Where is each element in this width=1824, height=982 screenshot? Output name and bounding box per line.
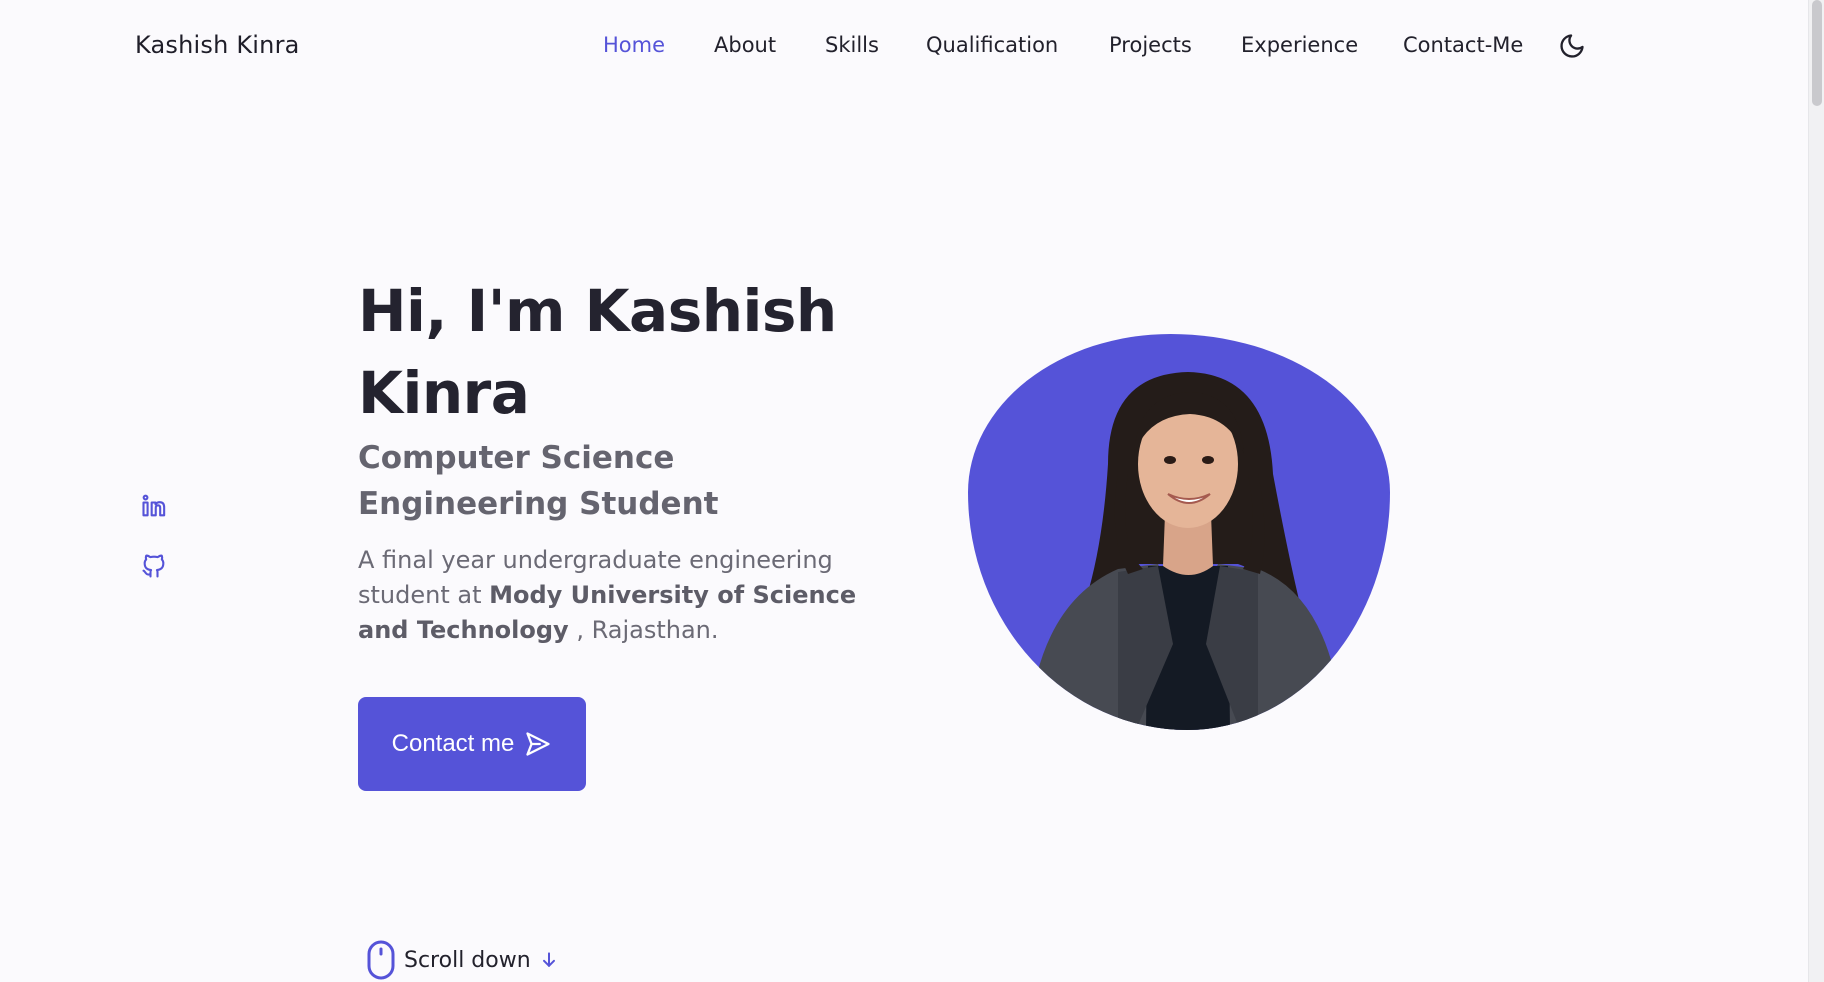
scrollbar-thumb[interactable] [1812, 0, 1822, 106]
hero-description: A final year undergraduate engineering s… [358, 543, 898, 648]
moon-icon[interactable] [1558, 32, 1586, 60]
contact-me-button[interactable]: Contact me [358, 697, 586, 791]
scroll-down-label: Scroll down [404, 947, 531, 973]
mouse-icon [367, 940, 395, 980]
hero-subtitle: Computer Science Engineering Student [358, 440, 719, 522]
nav-qualification[interactable]: Qualification [926, 33, 1058, 57]
scroll-down-link[interactable]: Scroll down [366, 940, 559, 980]
profile-blob [968, 334, 1390, 730]
social-links [140, 492, 168, 612]
nav-skills[interactable]: Skills [825, 33, 879, 57]
nav-about[interactable]: About [714, 33, 776, 57]
profile-image [968, 334, 1390, 730]
nav-projects[interactable]: Projects [1109, 33, 1192, 57]
contact-me-label: Contact me [391, 730, 515, 757]
site-logo[interactable]: Kashish Kinra [135, 31, 300, 59]
send-icon [526, 732, 551, 756]
hero-desc-suffix: , Rajasthan. [568, 616, 719, 644]
portrait-illustration [1028, 372, 1343, 730]
linkedin-icon[interactable] [140, 492, 168, 520]
scrollbar[interactable] [1808, 0, 1824, 982]
hero-title: Hi, I'm Kashish Kinra [358, 277, 837, 427]
arrow-down-icon [542, 952, 555, 967]
nav-contact-me[interactable]: Contact-Me [1403, 33, 1523, 57]
github-icon[interactable] [140, 552, 168, 580]
nav-experience[interactable]: Experience [1241, 33, 1358, 57]
page: Kashish Kinra Home About Skills Qualific… [0, 0, 1824, 982]
nav-home[interactable]: Home [603, 33, 665, 57]
